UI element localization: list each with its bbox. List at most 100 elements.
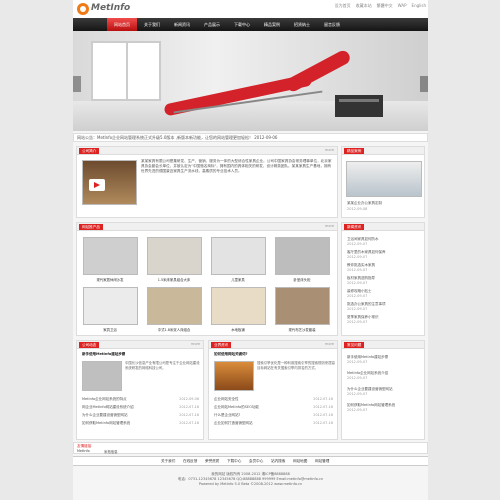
product-caption[interactable]: 现代布艺沙发套装	[282, 327, 322, 332]
product-image[interactable]	[211, 287, 266, 325]
nav-item-jobs[interactable]: 招贤纳士	[287, 18, 317, 31]
industry-item-date: 2012-07-16	[313, 397, 333, 401]
nav-item-download[interactable]: 下载中心	[227, 18, 257, 31]
industry-item-date: 2012-07-16	[313, 421, 333, 425]
header: MetInfo 设为首页 收藏本站 繁體中文 WAP English	[73, 0, 428, 18]
company-news-section: 公司动态 more 新手使用MetInfo建站步骤 中国长沙信息产业有限公司是专注…	[76, 340, 204, 440]
case-image[interactable]	[346, 161, 422, 197]
site-logo[interactable]: MetInfo	[77, 2, 130, 16]
top-links: 设为首页 收藏本站 繁體中文 WAP English	[335, 3, 426, 9]
industry-more-link[interactable]: more	[325, 342, 334, 346]
news-section: 新闻资讯 卫浴间家具如何防水 2012-09-07 客厅里的木家具如何保养 20…	[341, 222, 425, 336]
faq-title: 常见问题	[344, 342, 365, 348]
company-headline[interactable]: 新手使用MetInfo建站步骤	[82, 352, 125, 357]
banner-prev-arrow-icon[interactable]	[73, 76, 81, 92]
company-body: 中国长沙信息产业有限公司是专注于企业网站建设系统研发的网络科技公司。	[125, 361, 200, 370]
company-item[interactable]: 网企业MetInfo网站建设系统介绍	[82, 405, 134, 410]
faq-item-date: 2012-09-07	[347, 392, 368, 396]
footer-link[interactable]: 会员中心	[249, 459, 263, 464]
cases-title: 精品案例	[344, 148, 365, 154]
cases-section: 精品案例 某某企业办公家具定制 2012-09-08	[341, 146, 425, 218]
product-image[interactable]	[147, 237, 202, 275]
product-image[interactable]	[275, 237, 330, 275]
news-item-date: 2012-09-07	[347, 307, 368, 311]
about-body: 某某家具有限公司是集研发、生产、营销、服务为一体的大型综合性家具企业。公司中国家…	[141, 159, 332, 173]
nav-item-news[interactable]: 新闻资讯	[167, 18, 197, 31]
products-more-link[interactable]: more	[325, 224, 334, 228]
product-caption[interactable]: 1.5米床家具组合大床	[154, 277, 194, 282]
wap-link[interactable]: WAP	[398, 3, 407, 9]
nav-item-cases[interactable]: 精品案例	[257, 18, 287, 31]
footer-link[interactable]: 在线反馈	[183, 459, 197, 464]
industry-item[interactable]: 企业网站MetInfo的SEO功能	[214, 405, 259, 410]
industry-item[interactable]: 什么是企业网站?	[214, 413, 240, 418]
faq-item-date: 2012-09-07	[347, 408, 368, 412]
industry-news-section: 业界资讯 more 如何使用网站关键词? 搜索引擎优化是一种利用搜索引擎的搜索规则…	[208, 340, 338, 440]
footer-nav: 关于我们 在线反馈 荣誉资质 下载中心 会员中心 站内搜索 网站地图 网站管理	[73, 456, 428, 466]
company-more-link[interactable]: more	[191, 342, 200, 346]
industry-item[interactable]: 企业如何打造营销型网站	[214, 421, 253, 426]
product-caption[interactable]: 木地板铺	[218, 327, 258, 332]
company-item[interactable]: 如何获取MetInfo网站管理系统	[82, 421, 130, 426]
nav-item-products[interactable]: 产品展示	[197, 18, 227, 31]
about-title: 公司简介	[79, 148, 100, 154]
page: MetInfo 设为首页 收藏本站 繁體中文 WAP English 网站首页 …	[73, 0, 428, 500]
traditional-chinese-link[interactable]: 繁體中文	[377, 3, 393, 9]
nav-item-about[interactable]: 关于我们	[137, 18, 167, 31]
company-item-date: 2012-07-16	[179, 413, 199, 417]
industry-image[interactable]	[214, 361, 254, 391]
footer-link[interactable]: 荣誉资质	[205, 459, 219, 464]
hero-banner[interactable]	[73, 31, 428, 131]
industry-item[interactable]: 企业网站安全性	[214, 397, 239, 402]
company-title: 公司动态	[79, 342, 100, 348]
english-link[interactable]: English	[412, 3, 426, 9]
product-caption[interactable]: 儿童家具	[218, 277, 258, 282]
news-item-date: 2012-09-07	[347, 255, 368, 259]
news-item-date: 2012-09-07	[347, 294, 368, 298]
footer-link[interactable]: 网站地图	[293, 459, 307, 464]
nav-item-home[interactable]: 网站首页	[107, 18, 137, 31]
company-item-date: 2012-07-16	[179, 405, 199, 409]
product-caption[interactable]: 中式1.8米双人床组合	[154, 327, 194, 332]
footer-link[interactable]: 下载中心	[227, 459, 241, 464]
products-title: 网站推产品	[79, 224, 103, 230]
play-icon[interactable]	[94, 182, 100, 188]
faq-section: 常见问题 新手使用MetInfo建站步骤 2012-09-07 MetInfo企…	[341, 340, 425, 440]
company-item[interactable]: MetInfo企业网站系统的特点	[82, 397, 127, 402]
footer-powered[interactable]: Powered by MetInfo 5.0 Beta ©2008-2012 w…	[73, 482, 428, 486]
company-image[interactable]	[82, 361, 122, 391]
case-caption[interactable]: 某某企业办公家具定制	[347, 201, 382, 206]
about-image	[82, 160, 137, 205]
product-image[interactable]	[211, 237, 266, 275]
industry-headline[interactable]: 如何使用网站关键词?	[214, 352, 248, 357]
footer-link[interactable]: 关于我们	[161, 459, 175, 464]
friend-link[interactable]: MetInfo	[77, 449, 90, 453]
faq-item-date: 2012-09-07	[347, 360, 368, 364]
footer: 我的网站 版权所有 2008-2012 湘ICP备8888888 电话：0731…	[73, 468, 428, 500]
product-image[interactable]	[83, 237, 138, 275]
company-item[interactable]: 为什么企业要建设营销型网站	[82, 413, 128, 418]
news-item-date: 2012-09-07	[347, 268, 368, 272]
about-section: 公司简介 more 某某家具有限公司是集研发、生产、营销、服务为一体的大型综合性家…	[76, 146, 338, 218]
banner-window	[91, 41, 161, 101]
footer-link[interactable]: 站内搜索	[271, 459, 285, 464]
nav-item-feedback[interactable]: 留言反馈	[317, 18, 347, 31]
news-item-date: 2012-09-07	[347, 320, 368, 324]
set-homepage-link[interactable]: 设为首页	[335, 3, 351, 9]
product-image[interactable]	[147, 287, 202, 325]
product-image[interactable]	[275, 287, 330, 325]
product-caption[interactable]: 家具卫浴	[90, 327, 130, 332]
product-caption[interactable]: 现代家居休闲沙发	[90, 277, 130, 282]
banner-next-arrow-icon[interactable]	[420, 76, 428, 92]
friend-link[interactable]: 米拓信息	[104, 449, 118, 454]
about-more-link[interactable]: more	[325, 148, 334, 152]
footer-link[interactable]: 网站管理	[315, 459, 329, 464]
product-image[interactable]	[83, 287, 138, 325]
bookmark-link[interactable]: 收藏本站	[356, 3, 372, 9]
banner-side-table	[335, 95, 383, 117]
product-caption[interactable]: 卧室床头柜	[282, 277, 322, 282]
main-nav: 网站首页 关于我们 新闻资讯 产品展示 下载中心 精品案例 招贤纳士 留言反馈	[73, 18, 428, 31]
industry-body: 搜索引擎优化是一种利用搜索引擎的搜索规则来提高目标网站在有关搜索引擎内排名的方式…	[257, 361, 335, 370]
news-item-date: 2012-09-07	[347, 281, 368, 285]
banner-lounge-chair	[163, 48, 363, 119]
